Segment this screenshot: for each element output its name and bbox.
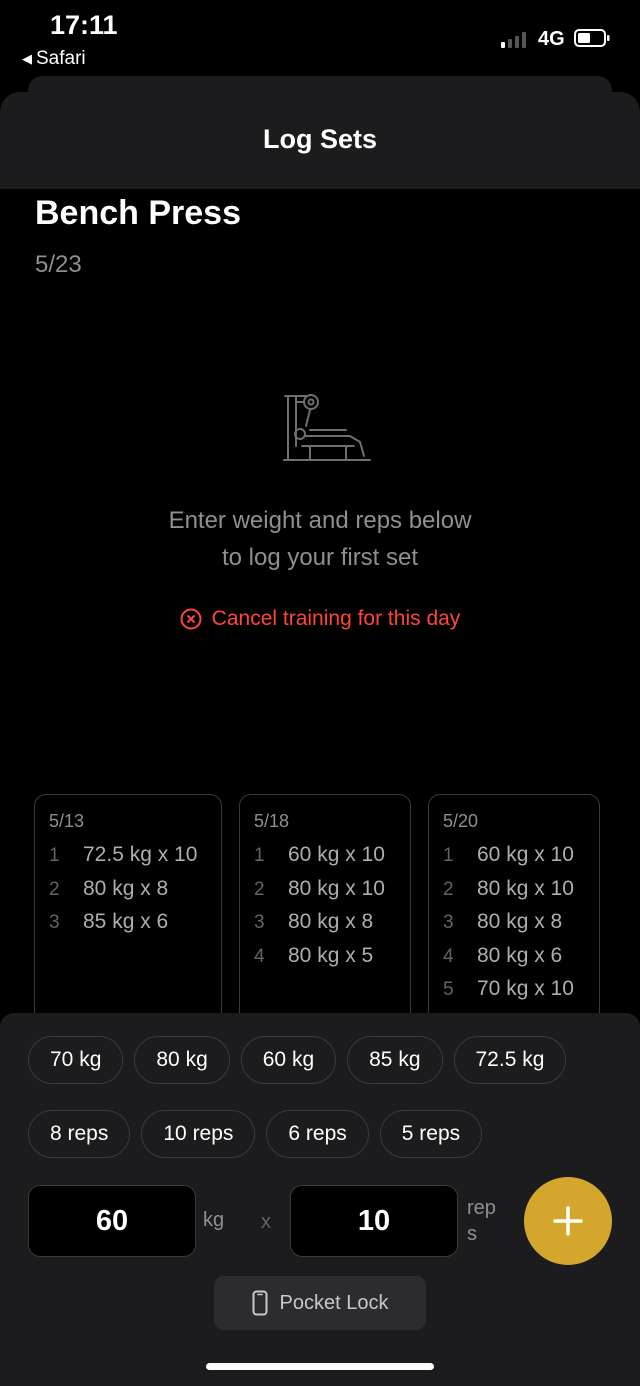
history-set: 2 80 kg x 8 bbox=[49, 876, 169, 900]
plus-icon bbox=[553, 1206, 583, 1236]
history-set: 5 70 kg x 10 bbox=[443, 977, 574, 1001]
exercise-date: 5/23 bbox=[35, 251, 82, 278]
history-date: 5/20 bbox=[443, 811, 479, 831]
pocket-lock-label: Pocket Lock bbox=[279, 1291, 389, 1314]
network-type: 4G bbox=[538, 28, 565, 50]
pocket-lock-button[interactable]: Pocket Lock bbox=[214, 1276, 426, 1330]
cellular-signal-icon bbox=[501, 30, 526, 48]
empty-state-message: Enter weight and reps below to log your … bbox=[0, 502, 640, 576]
history-set: 1 60 kg x 10 bbox=[254, 843, 385, 866]
status-time: 17:11 bbox=[50, 10, 118, 40]
history-date: 5/13 bbox=[49, 811, 85, 831]
history-date: 5/18 bbox=[254, 811, 290, 831]
cancel-training-button[interactable]: Cancel training for this day bbox=[0, 607, 640, 631]
reps-input[interactable]: 10 bbox=[290, 1185, 458, 1257]
battery-icon bbox=[574, 29, 610, 47]
history-set: 1 60 kg x 10 bbox=[443, 843, 574, 866]
weight-chip[interactable]: 70 kg bbox=[28, 1036, 124, 1084]
weight-input[interactable]: 60 bbox=[28, 1185, 196, 1257]
empty-state-line-2: to log your first set bbox=[221, 544, 419, 571]
weight-chip[interactable]: 72.5 kg bbox=[453, 1036, 567, 1084]
back-triangle-icon: ◀ bbox=[22, 51, 32, 66]
back-app-label: Safari bbox=[36, 48, 86, 69]
history-set: 2 80 kg x 10 bbox=[443, 876, 574, 900]
history-set: 3 80 kg x 8 bbox=[254, 910, 374, 934]
reps-chip[interactable]: 10 reps bbox=[141, 1110, 256, 1158]
close-circle-icon bbox=[180, 608, 202, 630]
back-to-app-link[interactable]: ◀ Safari bbox=[22, 48, 86, 70]
weight-unit-label: kg bbox=[203, 1209, 225, 1231]
bench-press-icon bbox=[283, 394, 371, 461]
weight-chip[interactable]: 60 kg bbox=[240, 1036, 337, 1084]
reps-unit-label: rep s bbox=[467, 1197, 496, 1245]
history-set-list: 1 72.5 kg x 10 2 80 kg x 8 3 85 kg x 6 bbox=[49, 843, 197, 944]
reps-chip[interactable]: 5 reps bbox=[379, 1110, 483, 1158]
history-set: 4 80 kg x 5 bbox=[254, 943, 374, 967]
exercise-name: Bench Press bbox=[35, 194, 241, 232]
weight-chip[interactable]: 80 kg bbox=[134, 1036, 230, 1084]
weight-chip[interactable]: 85 kg bbox=[347, 1036, 443, 1084]
add-set-button[interactable] bbox=[524, 1177, 612, 1265]
reps-chip[interactable]: 6 reps bbox=[266, 1110, 369, 1158]
history-set-list: 1 60 kg x 10 2 80 kg x 10 3 80 kg x 8 4 80 k… bbox=[443, 843, 574, 1011]
times-separator: x bbox=[261, 1211, 271, 1233]
reps-chip[interactable]: 8 reps bbox=[28, 1110, 131, 1158]
history-set: 2 80 kg x 10 bbox=[254, 876, 385, 900]
cancel-training-label: Cancel training for this day bbox=[211, 607, 461, 630]
home-indicator[interactable] bbox=[206, 1363, 434, 1370]
page-title: Log Sets bbox=[262, 124, 377, 154]
phone-icon bbox=[252, 1290, 268, 1316]
history-set: 1 72.5 kg x 10 bbox=[49, 843, 198, 866]
history-set: 3 80 kg x 8 bbox=[443, 910, 563, 934]
history-set-list: 1 60 kg x 10 2 80 kg x 10 3 80 kg x 8 4 80 k… bbox=[254, 843, 385, 977]
reps-chip-row: 8 reps 10 reps 6 reps 5 reps bbox=[28, 1110, 483, 1158]
empty-state-line-1: Enter weight and reps below bbox=[168, 507, 472, 534]
history-set: 4 80 kg x 6 bbox=[443, 943, 563, 967]
weight-chip-row: 70 kg 80 kg 60 kg 85 kg 72.5 kg bbox=[28, 1036, 567, 1084]
history-set: 3 85 kg x 6 bbox=[49, 910, 169, 934]
